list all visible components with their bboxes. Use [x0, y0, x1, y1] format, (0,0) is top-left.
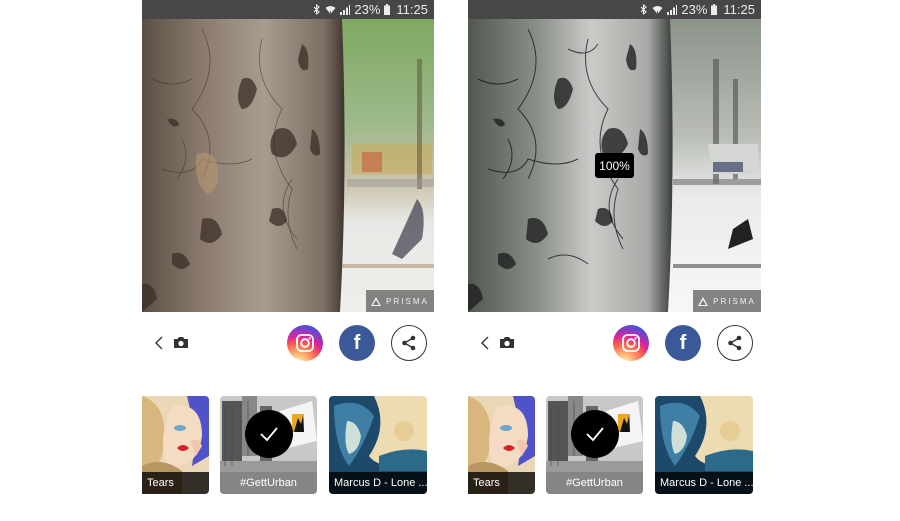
filter-label: Marcus D - Lone ... [655, 472, 753, 494]
phone-screen-styled: 23% 11:25 100% PRISMA f Tears #GettUrban… [468, 0, 761, 521]
instagram-icon [622, 334, 640, 352]
back-button[interactable] [480, 334, 492, 352]
filter-tears[interactable]: Tears [142, 396, 209, 494]
clock: 11:25 [723, 2, 755, 17]
share-button[interactable] [717, 325, 753, 361]
selected-check-badge [571, 410, 619, 458]
camera-button[interactable] [173, 336, 189, 349]
prisma-watermark: PRISMA [693, 290, 761, 312]
watermark-text: PRISMA [386, 296, 429, 306]
share-icon [728, 335, 742, 351]
action-row: f [468, 325, 761, 361]
facebook-share-button[interactable]: f [339, 325, 375, 361]
checkmark-icon [586, 427, 604, 442]
filter-label: Marcus D - Lone ... [329, 472, 427, 494]
filter-label: Tears [142, 472, 209, 494]
prisma-logo-icon [371, 296, 382, 306]
bluetooth-icon [313, 0, 321, 19]
facebook-share-button[interactable]: f [665, 325, 701, 361]
wifi-icon [325, 0, 336, 19]
signal-icon [667, 0, 678, 19]
checkmark-icon [260, 427, 278, 442]
filter-label: Tears [468, 472, 535, 494]
prisma-watermark: PRISMA [366, 290, 434, 312]
battery-icon [711, 0, 718, 19]
phone-screen-original: 23% 11:25 PRISMA f Tears #GettUrban Marc… [142, 0, 434, 521]
filter-intensity-badge: 100% [595, 153, 634, 178]
signal-icon [340, 0, 351, 19]
wifi-icon [652, 0, 663, 19]
facebook-icon: f [679, 331, 687, 354]
action-row: f [142, 325, 434, 361]
instagram-icon [296, 334, 314, 352]
filter-marcus-d-lone[interactable]: Marcus D - Lone ... [329, 396, 427, 494]
clock: 11:25 [396, 2, 428, 17]
chevron-left-icon [481, 336, 489, 350]
share-icon [402, 335, 416, 351]
bluetooth-icon [640, 0, 648, 19]
filter-marcus-d-lone[interactable]: Marcus D - Lone ... [655, 396, 753, 494]
status-bar: 23% 11:25 [142, 0, 434, 19]
filter-label: #GettUrban [546, 472, 643, 494]
selected-check-badge [245, 410, 293, 458]
chevron-left-icon [155, 336, 163, 350]
facebook-icon: f [353, 331, 361, 354]
watermark-text: PRISMA [713, 296, 756, 306]
camera-button[interactable] [499, 336, 515, 349]
battery-icon [384, 0, 391, 19]
photo-original: PRISMA [142, 19, 434, 312]
share-button[interactable] [391, 325, 427, 361]
filter-carousel[interactable]: Tears #GettUrban Marcus D - Lone ... [142, 396, 434, 494]
camera-icon [174, 337, 188, 348]
back-button[interactable] [154, 334, 166, 352]
photo-styled[interactable]: 100% PRISMA [468, 19, 761, 312]
filter-tears[interactable]: Tears [468, 396, 535, 494]
instagram-share-button[interactable] [287, 325, 323, 361]
instagram-share-button[interactable] [613, 325, 649, 361]
filter-gett-urban[interactable]: #GettUrban [220, 396, 317, 494]
camera-icon [500, 337, 514, 348]
filter-label: #GettUrban [220, 472, 317, 494]
filter-carousel[interactable]: Tears #GettUrban Marcus D - Lone ... [468, 396, 761, 494]
prisma-logo-icon [698, 296, 709, 306]
filter-gett-urban[interactable]: #GettUrban [546, 396, 643, 494]
battery-percent: 23% [354, 2, 381, 17]
battery-percent: 23% [681, 2, 708, 17]
status-bar: 23% 11:25 [468, 0, 761, 19]
